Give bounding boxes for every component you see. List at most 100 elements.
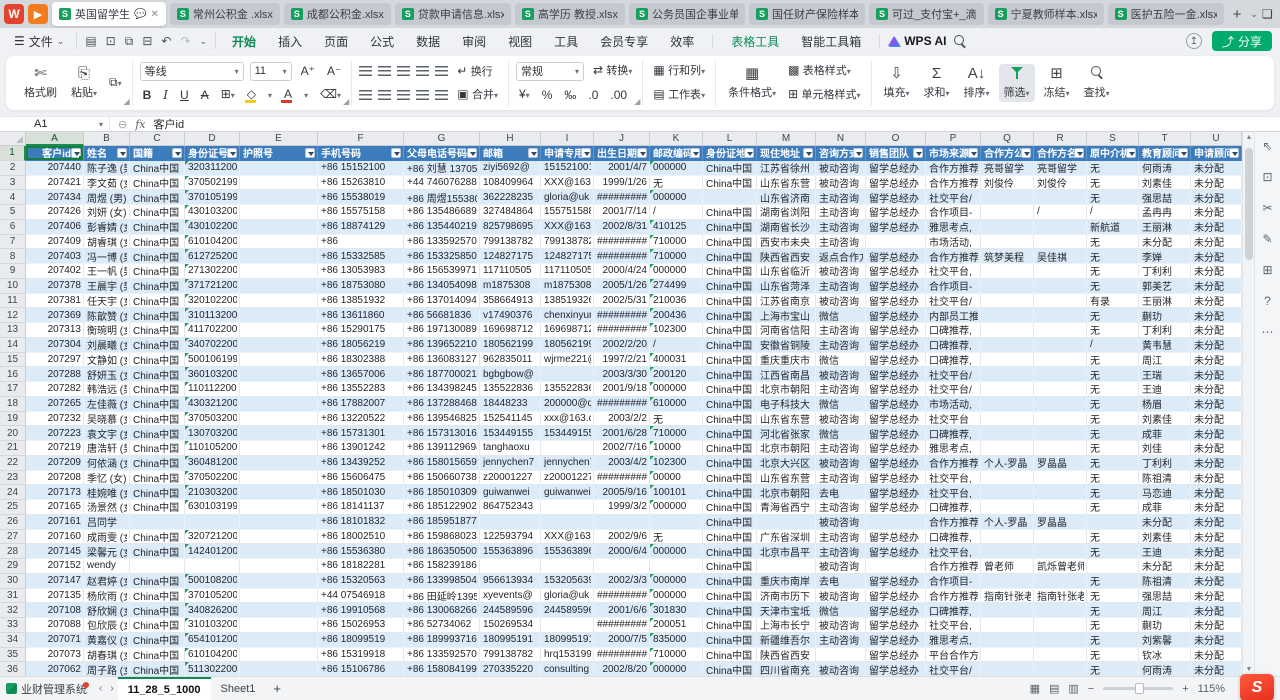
currency-button[interactable]: ¥▾ [516, 85, 533, 105]
cell-S26[interactable] [1087, 515, 1139, 530]
cell-L18[interactable]: China中国 [703, 397, 757, 412]
cell-J11[interactable]: 2002/5/31 [594, 294, 650, 309]
cell-C36[interactable]: China中国 [130, 662, 185, 676]
cell-Q13[interactable] [981, 323, 1034, 338]
cell-R15[interactable] [1034, 353, 1087, 368]
cell-O18[interactable]: 留学总经办 [866, 397, 926, 412]
cell-H2[interactable]: ziyi5692@ [480, 161, 541, 176]
cell-B9[interactable]: 王一帆 (男 [84, 264, 130, 279]
edit-icon[interactable]: ✎ [1260, 231, 1276, 247]
cell-O10[interactable]: 留学总经办 [866, 279, 926, 294]
cell-J36[interactable]: 2002/8/20 [594, 662, 650, 676]
cell-B24[interactable]: 桂婉唯 (女 [84, 485, 130, 500]
cell-H26[interactable] [480, 515, 541, 530]
cell-P19[interactable]: 社交平台 [926, 412, 981, 427]
cell-A24[interactable]: 207173 [26, 485, 84, 500]
cell-L2[interactable]: China中国 [703, 161, 757, 176]
cell-Q4[interactable] [981, 190, 1034, 205]
cell-J31[interactable]: ######### [594, 589, 650, 604]
cell-N29[interactable]: 被动咨询 [816, 559, 866, 574]
justify-icon[interactable] [416, 90, 429, 100]
cell-H25[interactable]: 864752343 [480, 500, 541, 515]
cell-L20[interactable]: China中国 [703, 426, 757, 441]
cell-J28[interactable]: 2000/6/4 [594, 544, 650, 559]
cell-O17[interactable]: 留学总经办 [866, 382, 926, 397]
column-header-C[interactable]: C [130, 132, 185, 146]
filter-dropdown-icon-I[interactable] [581, 148, 591, 158]
cell-J9[interactable]: 2000/4/24 [594, 264, 650, 279]
cell-Q18[interactable] [981, 397, 1034, 412]
row-header-35[interactable]: 35 [0, 648, 26, 663]
doc-tab[interactable]: S贷款申请信息.xlsx [395, 3, 511, 25]
cell-B26[interactable]: 吕同学 [84, 515, 130, 530]
cell-Q12[interactable] [981, 308, 1034, 323]
cell-Q14[interactable] [981, 338, 1034, 353]
sheet-tab-active[interactable]: 11_28_5_1000 [118, 677, 211, 700]
cell-O11[interactable]: 留学总经办 [866, 294, 926, 309]
cell-J19[interactable]: 2003/2/2 [594, 412, 650, 427]
cell-D31[interactable]: 370105200210270824 [185, 589, 240, 604]
cell-L10[interactable]: China中国 [703, 279, 757, 294]
cell-M6[interactable]: 湖南省长沙 [757, 220, 816, 235]
cell-P2[interactable]: 合作方推荐 [926, 161, 981, 176]
cell-F30[interactable]: +86 15320563 [318, 574, 404, 589]
cell-P18[interactable]: 市场活动, [926, 397, 981, 412]
cell-I16[interactable] [541, 367, 594, 382]
cell-B11[interactable]: 任天宇 (女 [84, 294, 130, 309]
cell-K8[interactable]: 710000 [650, 249, 703, 264]
cell-B22[interactable]: 何依涵 (女 [84, 456, 130, 471]
cell-P22[interactable]: 合作方推荐 [926, 456, 981, 471]
cell-style-button[interactable]: ⊞ 单元格样式▾ [785, 85, 863, 105]
cell-E18[interactable] [240, 397, 318, 412]
cell-P28[interactable]: 社交平台, [926, 544, 981, 559]
cell-P23[interactable]: 社交平台, [926, 471, 981, 486]
row-header-31[interactable]: 31 [0, 589, 26, 604]
cell-S29[interactable] [1087, 559, 1139, 574]
filter-dropdown-icon-Q[interactable] [1021, 148, 1031, 158]
cell-F2[interactable]: +86 15152100 [318, 161, 404, 176]
row-header-23[interactable]: 23 [0, 471, 26, 486]
cell-O16[interactable]: 留学总经办 [866, 367, 926, 382]
cell-N11[interactable]: 被动咨询 [816, 294, 866, 309]
cell-L19[interactable]: China中国 [703, 412, 757, 427]
row-header-33[interactable]: 33 [0, 618, 26, 633]
cell-M18[interactable]: 电子科技大 [757, 397, 816, 412]
cell-B15[interactable]: 文静如 (女 [84, 353, 130, 368]
cell-U4[interactable]: 未分配 [1191, 190, 1242, 205]
cell-G4[interactable]: +86 周煜155380 [404, 190, 480, 205]
cell-R32[interactable] [1034, 603, 1087, 618]
cell-E12[interactable] [240, 308, 318, 323]
cell-I21[interactable] [541, 441, 594, 456]
cell-E35[interactable] [240, 648, 318, 663]
fill-color-button[interactable]: ◇▾ [244, 85, 275, 105]
cell-S8[interactable]: 无 [1087, 249, 1139, 264]
cell-O3[interactable]: 留学总经办 [866, 176, 926, 191]
cell-F24[interactable]: +86 18501030 [318, 485, 404, 500]
cell-F19[interactable]: +86 13220522 [318, 412, 404, 427]
cell-S28[interactable]: 无 [1087, 544, 1139, 559]
cell-K26[interactable] [650, 515, 703, 530]
cell-N16[interactable]: 被动咨询 [816, 367, 866, 382]
cell-K32[interactable]: 301830 [650, 603, 703, 618]
cell-Q8[interactable]: 筑梦美程 [981, 249, 1034, 264]
cell-R23[interactable] [1034, 471, 1087, 486]
row-header-27[interactable]: 27 [0, 530, 26, 545]
cell-P20[interactable]: 口碑推荐, [926, 426, 981, 441]
cell-O30[interactable]: 留学总经办 [866, 574, 926, 589]
cell-D13[interactable]: 411702200312270822 [185, 323, 240, 338]
cell-G31[interactable]: +86 田延岭13954 [404, 589, 480, 604]
strikethrough-button[interactable]: A [198, 86, 212, 104]
cell-F12[interactable]: +86 13611860 [318, 308, 404, 323]
cell-B4[interactable]: 周煜 (男) [84, 190, 130, 205]
header-cell-B1[interactable]: 姓名 [84, 146, 130, 161]
cell-J10[interactable]: 2005/1/26 [594, 279, 650, 294]
cell-O20[interactable]: 留学总经办 [866, 426, 926, 441]
cell-N6[interactable]: 主动咨询 [816, 220, 866, 235]
cell-O36[interactable]: 留学总经办 [866, 662, 926, 676]
cell-N36[interactable]: 被动咨询 [816, 662, 866, 676]
cell-F10[interactable]: +86 18753080 [318, 279, 404, 294]
cell-U32[interactable]: 未分配 [1191, 603, 1242, 618]
cell-T8[interactable]: 李婵 [1139, 249, 1191, 264]
cell-M7[interactable]: 西安市未央 [757, 235, 816, 250]
cell-Q15[interactable] [981, 353, 1034, 368]
